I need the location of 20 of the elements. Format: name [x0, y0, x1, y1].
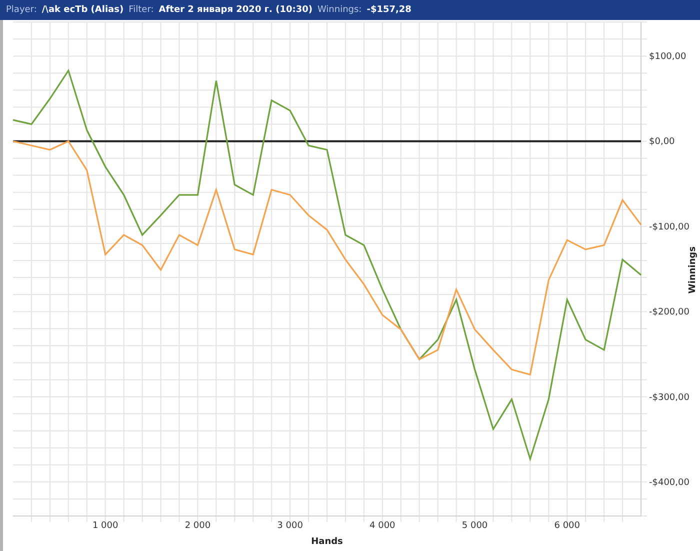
y-tick-label: -$200,00 [649, 308, 690, 318]
x-tick-label: 5 000 [462, 521, 488, 531]
y-tick-label: $100,00 [649, 52, 686, 62]
y-tick-label: -$300,00 [649, 392, 690, 403]
field-label: Player: [6, 5, 37, 15]
x-tick-label: 4 000 [370, 521, 396, 531]
x-axis-title: Hands [311, 537, 343, 547]
y-tick-label: -$100,00 [649, 222, 690, 232]
y-tick-label: -$400,00 [649, 478, 690, 488]
field-value: -$157,28 [366, 5, 412, 15]
x-tick-label: 1 000 [92, 521, 118, 531]
y-axis-title: Winnings [688, 246, 698, 294]
y-tick-label: $0,00 [649, 137, 675, 148]
field-value: After 2 января 2020 г. (10:30) [158, 5, 312, 15]
field-label: Filter: [128, 5, 154, 15]
x-tick-label: 3 000 [277, 521, 303, 531]
field-value: /\ak ecTb (Alias) [42, 5, 124, 15]
x-tick-label: 6 000 [554, 521, 580, 531]
x-tick-label: 2 000 [184, 521, 211, 531]
field-label: Winnings: [317, 5, 362, 15]
